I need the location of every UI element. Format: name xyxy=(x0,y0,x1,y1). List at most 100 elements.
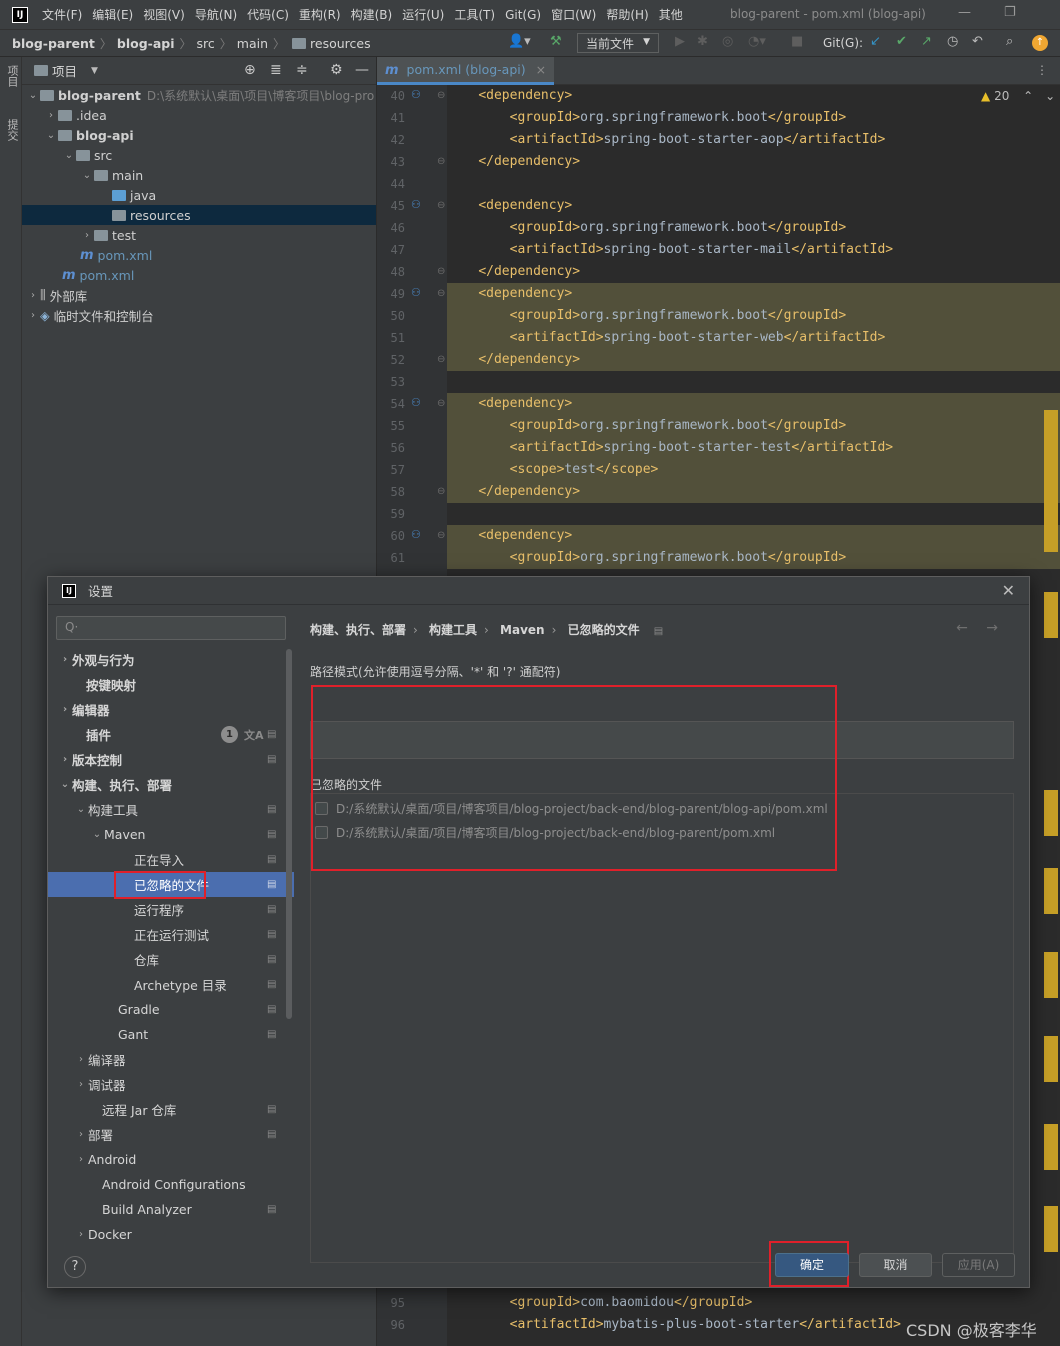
code-line[interactable]: </dependency> xyxy=(447,151,1060,173)
tree-item-scratches[interactable]: › ◈ 临时文件和控制台 xyxy=(22,305,376,325)
menu-other[interactable]: 其他 xyxy=(659,6,683,23)
code-line[interactable]: <groupId>com.baomidou</groupId> xyxy=(447,1292,1060,1314)
git-commit-icon[interactable]: ✔ xyxy=(896,34,907,49)
fold-icon[interactable]: ⊖ xyxy=(437,266,445,277)
breadcrumb-item[interactable]: Maven xyxy=(500,623,545,637)
settings-tree-item[interactable]: › 编辑器 xyxy=(48,697,294,722)
forward-arrow-icon[interactable]: → xyxy=(986,620,998,636)
override-marker-icon[interactable]: ⚇ xyxy=(411,396,421,409)
settings-tree-item[interactable]: ⌄ 构建工具 ▤ xyxy=(48,797,294,822)
change-marker[interactable] xyxy=(1044,1124,1058,1170)
crumb-main[interactable]: main xyxy=(237,36,268,51)
code-line[interactable]: <groupId>org.springframework.boot</group… xyxy=(447,305,1060,327)
menu-tools[interactable]: 工具(T) xyxy=(454,6,495,23)
code-line[interactable]: <scope>test</scope> xyxy=(447,459,1060,481)
settings-tree-item[interactable]: 正在运行测试 ▤ xyxy=(48,922,294,947)
settings-tree-item[interactable]: Android Configurations xyxy=(48,1172,294,1197)
help-button[interactable]: ? xyxy=(64,1256,86,1278)
code-line[interactable]: <groupId>org.springframework.boot</group… xyxy=(447,107,1060,129)
settings-tree-item[interactable]: 远程 Jar 仓库 ▤ xyxy=(48,1097,294,1122)
collapse-all-icon[interactable]: ≑ xyxy=(296,62,308,78)
code-line[interactable]: </dependency> xyxy=(447,481,1060,503)
chevron-right-icon[interactable]: › xyxy=(26,310,40,321)
project-tool-tab[interactable]: 项目 xyxy=(4,65,20,87)
commit-tool-tab[interactable]: 提交 xyxy=(4,119,20,141)
settings-tree-item[interactable]: ⌄ Maven ▤ xyxy=(48,822,294,847)
close-icon[interactable]: × xyxy=(536,62,546,77)
change-marker[interactable] xyxy=(1044,952,1058,998)
menu-run[interactable]: 运行(U) xyxy=(402,6,444,23)
code-line[interactable]: <artifactId>spring-boot-starter-mail</ar… xyxy=(447,239,1060,261)
history-icon[interactable]: ◷ xyxy=(947,34,958,49)
fold-icon[interactable]: ⊖ xyxy=(437,354,445,365)
chevron-down-icon[interactable]: ⌄ xyxy=(44,130,58,141)
menu-file[interactable]: 文件(F) xyxy=(42,6,82,23)
chevron-right-icon[interactable]: › xyxy=(74,1229,88,1240)
code-line[interactable]: <artifactId>spring-boot-starter-test</ar… xyxy=(447,437,1060,459)
search-icon[interactable]: ⌕ xyxy=(1006,34,1013,49)
scrollbar[interactable] xyxy=(286,649,292,1019)
crumb-resources[interactable]: resources xyxy=(310,36,371,51)
tree-item-resources[interactable]: resources xyxy=(22,205,376,225)
git-update-icon[interactable]: ↙ xyxy=(870,34,881,49)
settings-tree-item[interactable]: Build Analyzer ▤ xyxy=(48,1197,294,1222)
apply-button[interactable]: 应用(A) xyxy=(942,1253,1015,1277)
updates-icon[interactable]: ↑ xyxy=(1032,35,1048,51)
chevron-right-icon[interactable]: › xyxy=(74,1154,88,1165)
tree-item-pom-api[interactable]: m pom.xml xyxy=(22,245,376,265)
cancel-button[interactable]: 取消 xyxy=(859,1253,932,1277)
breadcrumb-item[interactable]: 构建工具 xyxy=(429,623,477,637)
change-marker[interactable] xyxy=(1044,592,1058,638)
close-icon[interactable]: ✕ xyxy=(1002,581,1015,600)
menu-code[interactable]: 代码(C) xyxy=(247,6,289,23)
crumb-blog-api[interactable]: blog-api xyxy=(117,36,175,51)
menu-view[interactable]: 视图(V) xyxy=(143,6,185,23)
menu-build[interactable]: 构建(B) xyxy=(351,6,393,23)
fold-icon[interactable]: ⊖ xyxy=(437,398,445,409)
tree-item-java[interactable]: java xyxy=(22,185,376,205)
ok-button[interactable]: 确定 xyxy=(775,1253,849,1277)
tree-item-external-libs[interactable]: › ⫼ 外部库 xyxy=(22,285,376,305)
code-line[interactable]: </dependency> xyxy=(447,349,1060,371)
coverage-icon[interactable]: ◎ xyxy=(722,34,733,49)
settings-tree-item[interactable]: › 版本控制 ▤ xyxy=(48,747,294,772)
override-marker-icon[interactable]: ⚇ xyxy=(411,286,421,299)
override-marker-icon[interactable]: ⚇ xyxy=(411,528,421,541)
settings-tree-item[interactable]: 插件 1 文A ▤ xyxy=(48,722,294,747)
chevron-down-icon[interactable]: ⌄ xyxy=(62,150,76,161)
code-line[interactable]: </dependency> xyxy=(447,261,1060,283)
tree-item-blog-api[interactable]: ⌄ blog-api xyxy=(22,125,376,145)
settings-tree-item[interactable]: › 调试器 xyxy=(48,1072,294,1097)
menu-git[interactable]: Git(G) xyxy=(505,8,541,22)
menu-edit[interactable]: 编辑(E) xyxy=(92,6,133,23)
menu-window[interactable]: 窗口(W) xyxy=(551,6,596,23)
menu-navigate[interactable]: 导航(N) xyxy=(195,6,237,23)
stop-icon[interactable]: ■ xyxy=(791,34,803,49)
code-line[interactable]: <dependency> xyxy=(447,85,1060,107)
fold-icon[interactable]: ⊖ xyxy=(437,530,445,541)
change-marker[interactable] xyxy=(1044,868,1058,914)
settings-tree-item[interactable]: › 部署 ▤ xyxy=(48,1122,294,1147)
change-marker[interactable] xyxy=(1044,1036,1058,1082)
crumb-blog-parent[interactable]: blog-parent xyxy=(12,36,95,51)
rollback-icon[interactable]: ↶ xyxy=(972,34,983,49)
hide-icon[interactable]: — xyxy=(355,62,369,78)
settings-tree-item[interactable]: Archetype 目录 ▤ xyxy=(48,972,294,997)
code-line[interactable]: <artifactId>spring-boot-starter-web</art… xyxy=(447,327,1060,349)
settings-tree-item[interactable]: › Android xyxy=(48,1147,294,1172)
chevron-down-icon[interactable]: ⌄ xyxy=(80,170,94,181)
gear-icon[interactable]: ⚙ xyxy=(330,62,343,78)
code-line[interactable]: <groupId>org.springframework.boot</group… xyxy=(447,217,1060,239)
chevron-right-icon[interactable]: › xyxy=(58,704,72,715)
settings-tree-item[interactable]: 仓库 ▤ xyxy=(48,947,294,972)
code-line[interactable]: <groupId>org.springframework.boot</group… xyxy=(447,415,1060,437)
fold-icon[interactable]: ⊖ xyxy=(437,200,445,211)
fold-icon[interactable]: ⊖ xyxy=(437,288,445,299)
change-marker[interactable] xyxy=(1044,790,1058,836)
run-config-select[interactable]: 当前文件 ▼ xyxy=(577,33,659,53)
code-line[interactable]: <dependency> xyxy=(447,525,1060,547)
chevron-right-icon[interactable]: › xyxy=(44,110,58,121)
code-line[interactable]: <dependency> xyxy=(447,195,1060,217)
chevron-right-icon[interactable]: › xyxy=(74,1079,88,1090)
restore-icon[interactable]: ❐ xyxy=(1004,5,1016,20)
